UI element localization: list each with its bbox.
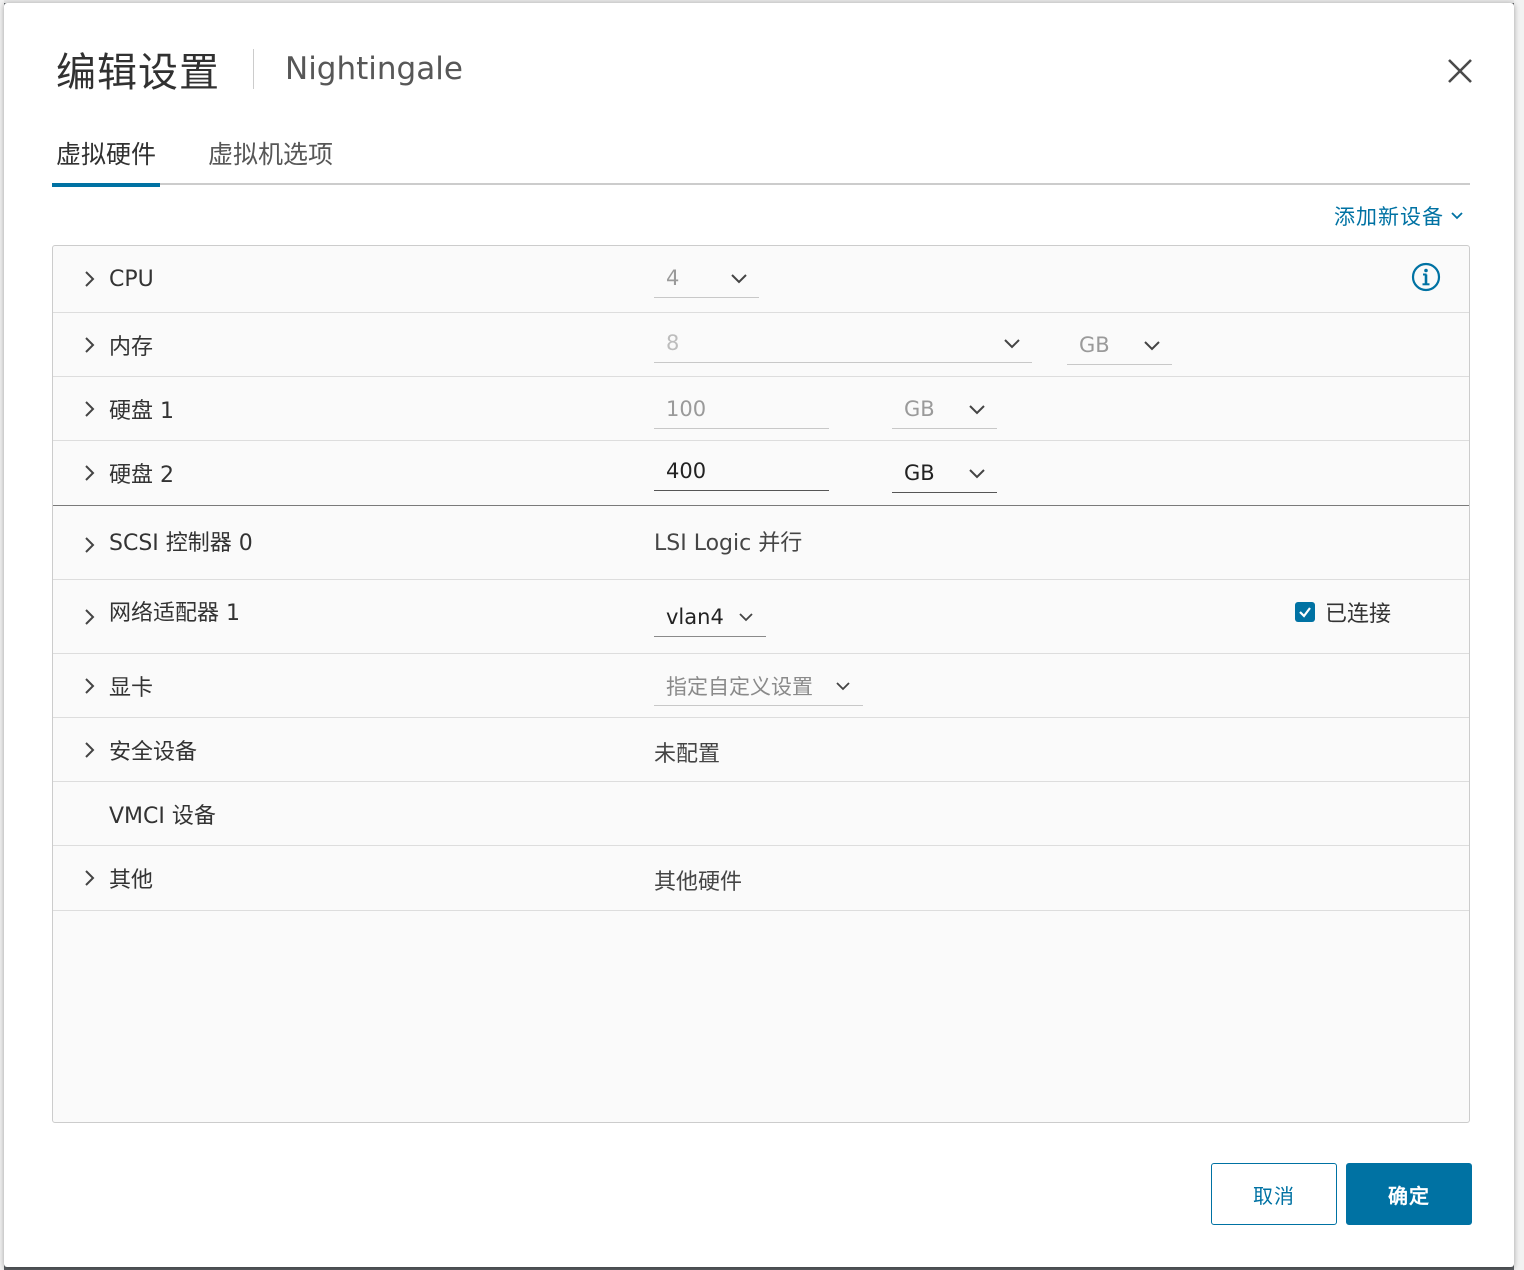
chevron-down-icon [1144, 341, 1160, 351]
disk-1-label: 硬盘 1 [109, 398, 174, 424]
scsi-controller-label: SCSI 控制器 0 [109, 531, 253, 556]
row-expander[interactable]: 内存 [79, 313, 153, 376]
row-expander[interactable]: 显卡 [79, 654, 153, 717]
hardware-row-scsi-controller: SCSI 控制器 0 LSI Logic 并行 [53, 506, 1469, 580]
other-label: 其他 [109, 868, 154, 893]
disk-2-size-value: 400 [666, 458, 707, 483]
hardware-row-disk-2: 硬盘 2 400 GB [53, 441, 1469, 506]
chevron-down-icon [969, 469, 985, 479]
chevron-down-icon [1004, 339, 1020, 349]
hardware-row-network-adapter: 网络适配器 1 vlan4 已连接 [53, 580, 1469, 654]
hardware-row-vmci-device: VMCI 设备 [53, 782, 1469, 846]
other-hardware-value: 其他硬件 [654, 870, 743, 895]
chevron-right-icon [85, 400, 95, 417]
memory-size-value: 8 [666, 330, 680, 355]
chevron-right-icon [85, 537, 95, 553]
chevron-down-icon [836, 682, 850, 691]
disk-2-label: 硬盘 2 [109, 463, 174, 488]
connected-checkbox[interactable]: 已连接 [1295, 596, 1391, 628]
disk-2-size-input[interactable]: 400 [654, 451, 829, 491]
tab-vm-options[interactable]: 虚拟机选项 [204, 125, 337, 185]
hardware-row-other: 其他 其他硬件 [53, 846, 1469, 911]
chevron-right-icon [85, 609, 95, 625]
chevron-right-icon [85, 465, 95, 481]
chevron-right-icon [85, 336, 95, 353]
checkbox-checked-icon [1295, 602, 1315, 622]
security-device-status: 未配置 [654, 742, 721, 767]
close-button[interactable] [1440, 51, 1480, 91]
video-card-settings-select[interactable]: 指定自定义设置 [654, 666, 863, 706]
hardware-row-security-device: 安全设备 未配置 [53, 718, 1469, 782]
chevron-down-icon [1451, 212, 1463, 220]
network-value: vlan4 [666, 604, 724, 629]
chevron-right-icon [85, 271, 95, 287]
vmci-row-label: VMCI 设备 [79, 782, 216, 845]
disk-2-unit-select[interactable]: GB [892, 453, 997, 493]
hardware-row-disk-1: 硬盘 1 100 GB [53, 377, 1469, 441]
network-select[interactable]: vlan4 [654, 597, 766, 637]
connected-label: 已连接 [1325, 602, 1392, 627]
disk-1-unit-select[interactable]: GB [892, 389, 997, 429]
disk-1-unit-value: GB [904, 396, 935, 421]
dialog-title: 编辑设置 [56, 50, 220, 96]
security-device-label: 安全设备 [109, 739, 198, 765]
tab-virtual-hardware[interactable]: 虚拟硬件 [52, 125, 161, 187]
add-new-device-label: 添加新设备 [1334, 205, 1444, 229]
row-expander[interactable]: 硬盘 2 [79, 441, 174, 505]
cpu-count-select[interactable]: 4 [654, 258, 759, 298]
add-new-device-dropdown[interactable]: 添加新设备 [1334, 201, 1464, 231]
tab-bar: 虚拟硬件 虚拟机选项 [52, 125, 1470, 187]
info-icon[interactable] [1411, 262, 1441, 292]
backdrop-strip-right [1514, 0, 1524, 1270]
scsi-controller-type: LSI Logic 并行 [654, 531, 803, 556]
chevron-down-icon [731, 274, 747, 284]
chevron-down-icon [969, 405, 985, 415]
cancel-button[interactable]: 取消 [1211, 1163, 1337, 1225]
virtual-hardware-panel: CPU 4 内存 8 GB 硬盘 1 100 GB 硬盘 2 400 GB SC… [52, 245, 1470, 1123]
cpu-count-value: 4 [666, 265, 680, 290]
vm-name: Nightingale [285, 51, 463, 87]
row-expander[interactable]: 硬盘 1 [79, 377, 174, 440]
hardware-row-memory: 内存 8 GB [53, 313, 1469, 377]
ok-button[interactable]: 确定 [1346, 1163, 1472, 1225]
video-card-settings-value: 指定自定义设置 [666, 674, 813, 699]
chevron-down-icon [739, 613, 753, 622]
row-expander[interactable]: SCSI 控制器 0 [79, 510, 253, 572]
dialog-header: 编辑设置 Nightingale [56, 39, 1474, 99]
chevron-right-icon [85, 741, 95, 758]
close-icon [1448, 59, 1472, 83]
disk-2-unit-value: GB [904, 460, 935, 485]
row-expander[interactable]: 其他 [79, 846, 153, 910]
cpu-label: CPU [109, 266, 154, 292]
row-expander[interactable]: CPU [79, 246, 154, 312]
row-expander[interactable]: 安全设备 [79, 718, 197, 781]
network-adapter-label: 网络适配器 1 [109, 601, 240, 626]
video-card-label: 显卡 [109, 675, 154, 701]
edit-settings-dialog: 编辑设置 Nightingale 虚拟硬件 虚拟机选项 添加新设备 CPU 4 [4, 3, 1514, 1267]
memory-unit-value: GB [1079, 332, 1110, 357]
row-expander[interactable]: 网络适配器 1 [79, 580, 240, 642]
disk-1-size-value: 100 [666, 396, 707, 421]
chevron-right-icon [85, 870, 95, 886]
disk-1-size-input[interactable]: 100 [654, 389, 829, 429]
memory-unit-select[interactable]: GB [1067, 325, 1172, 365]
title-separator [253, 49, 254, 89]
memory-label: 内存 [109, 334, 154, 360]
hardware-row-cpu: CPU 4 [53, 246, 1469, 313]
vmci-device-label: VMCI 设备 [109, 803, 216, 829]
hardware-row-video-card: 显卡 指定自定义设置 [53, 654, 1469, 718]
memory-size-select[interactable]: 8 [654, 323, 1032, 363]
chevron-right-icon [85, 677, 95, 694]
